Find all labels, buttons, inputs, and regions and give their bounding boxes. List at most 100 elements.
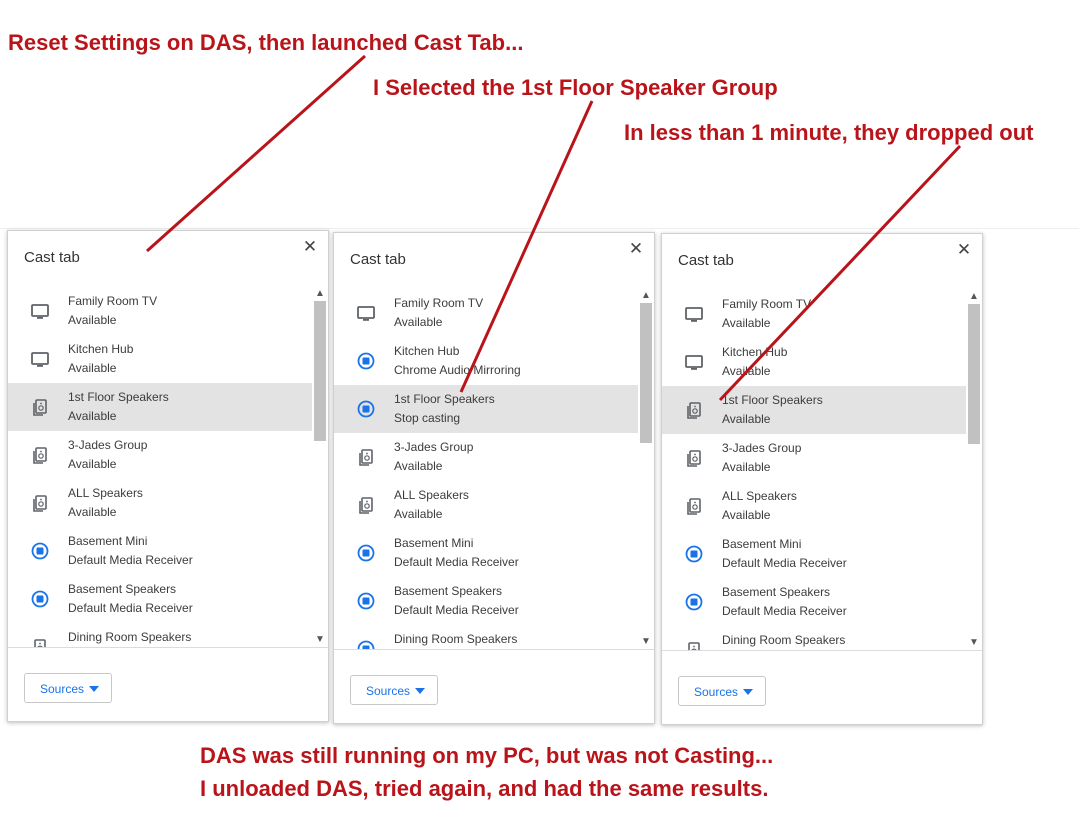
caret-down-icon — [89, 686, 99, 692]
sink-item[interactable]: Kitchen Hub Available — [8, 335, 312, 383]
cast-active-icon — [30, 541, 50, 561]
sink-item[interactable]: Basement Mini Default Media Receiver — [8, 527, 312, 575]
sink-item[interactable]: Dining Room Speakers — [662, 626, 966, 650]
annotation-reset-settings: Reset Settings on DAS, then launched Cas… — [8, 30, 524, 55]
speaker-group-icon — [684, 496, 704, 516]
sink-item[interactable]: ALL Speakers Available — [8, 479, 312, 527]
sink-status: Available — [394, 459, 443, 473]
sink-name: Basement Mini — [722, 537, 802, 551]
sink-item[interactable]: 3-Jades Group Available — [662, 434, 966, 482]
sink-status: Stop casting — [394, 411, 461, 425]
scroll-up-icon[interactable]: ▲ — [312, 287, 328, 301]
sink-item[interactable]: 1st Floor Speakers Available — [8, 383, 312, 431]
scroll-up-icon[interactable]: ▲ — [966, 290, 982, 304]
sources-label: Sources — [694, 685, 739, 699]
sink-item[interactable]: Basement Speakers Default Media Receiver — [334, 577, 638, 625]
sink-item[interactable]: 1st Floor Speakers Available — [662, 386, 966, 434]
speaker-icon — [684, 640, 704, 650]
sink-status: Available — [394, 507, 443, 521]
sink-item[interactable]: Family Room TV Available — [8, 287, 312, 335]
caret-down-icon — [743, 689, 753, 695]
sink-name: Basement Speakers — [394, 584, 503, 598]
sink-item[interactable]: Basement Mini Default Media Receiver — [662, 530, 966, 578]
cast-active-icon — [30, 589, 50, 609]
sink-status: Default Media Receiver — [394, 555, 519, 569]
sink-name: Basement Speakers — [68, 582, 177, 596]
sources-button[interactable]: Sources — [678, 676, 766, 706]
sources-button[interactable]: Sources — [24, 673, 112, 703]
sink-item[interactable]: Dining Room Speakers — [8, 623, 312, 647]
tv-icon — [30, 349, 50, 369]
close-icon[interactable]: ✕ — [954, 240, 974, 260]
sink-item[interactable]: Basement Speakers Default Media Receiver — [8, 575, 312, 623]
callout-line-1 — [145, 54, 367, 253]
dialog-title: Cast tab — [678, 252, 734, 269]
bottom-note-line-1: DAS was still running on my PC, but was … — [200, 743, 774, 768]
sink-item[interactable]: 1st Floor Speakers Stop casting — [334, 385, 638, 433]
sink-item[interactable]: Basement Speakers Default Media Receiver — [662, 578, 966, 626]
sink-item[interactable]: Kitchen Hub Available — [662, 338, 966, 386]
sink-list: Family Room TV Available Kitchen Hub Chrome… — [334, 289, 654, 649]
cast-active-icon — [684, 592, 704, 612]
cast-active-icon — [356, 399, 376, 419]
sink-name: 3-Jades Group — [68, 438, 148, 452]
sink-name: Dining Room Speakers — [722, 633, 846, 647]
scrollbar[interactable]: ▲ ▼ — [966, 290, 982, 650]
sink-item[interactable]: Dining Room Speakers — [334, 625, 638, 649]
scrollbar-thumb[interactable] — [968, 304, 980, 444]
speaker-group-icon — [356, 447, 376, 467]
sink-name: 1st Floor Speakers — [68, 390, 169, 404]
sink-name: Family Room TV — [722, 297, 812, 311]
sink-status: Default Media Receiver — [394, 603, 519, 617]
sink-status: Chrome Audio Mirroring — [394, 363, 521, 377]
sink-name: ALL Speakers — [394, 488, 469, 502]
speaker-group-icon — [30, 397, 50, 417]
sink-status: Available — [68, 409, 117, 423]
tv-icon — [30, 301, 50, 321]
sink-item[interactable]: 3-Jades Group Available — [8, 431, 312, 479]
sink-item[interactable]: Family Room TV Available — [334, 289, 638, 337]
sink-item[interactable]: Basement Mini Default Media Receiver — [334, 529, 638, 577]
cast-dialog: Cast tab ✕ Family Room TV Available Kitchen … — [333, 232, 655, 724]
scroll-down-icon[interactable]: ▼ — [966, 636, 982, 650]
sink-name: Kitchen Hub — [68, 342, 134, 356]
scroll-down-icon[interactable]: ▼ — [312, 633, 328, 647]
cast-dialog: Cast tab ✕ Family Room TV Available Kitchen … — [7, 230, 329, 722]
annotation-dropped-out: In less than 1 minute, they dropped out — [624, 120, 1034, 145]
divider — [662, 650, 982, 651]
sink-status: Available — [722, 364, 771, 378]
sink-status: Available — [722, 460, 771, 474]
sink-list: Family Room TV Available Kitchen Hub Availa… — [662, 290, 982, 650]
bottom-note: DAS was still running on my PC, but was … — [200, 739, 840, 805]
sink-name: ALL Speakers — [68, 486, 143, 500]
sink-name: Family Room TV — [394, 296, 484, 310]
sink-item[interactable]: Kitchen Hub Chrome Audio Mirroring — [334, 337, 638, 385]
sink-name: 1st Floor Speakers — [394, 392, 495, 406]
scroll-down-icon[interactable]: ▼ — [638, 635, 654, 649]
sink-name: Dining Room Speakers — [394, 632, 518, 646]
cast-active-icon — [684, 544, 704, 564]
dialog-title: Cast tab — [24, 249, 80, 266]
sink-item[interactable]: Family Room TV Available — [662, 290, 966, 338]
scrollbar[interactable]: ▲ ▼ — [312, 287, 328, 647]
scrollbar[interactable]: ▲ ▼ — [638, 289, 654, 649]
sink-item[interactable]: 3-Jades Group Available — [334, 433, 638, 481]
scrollbar-thumb[interactable] — [314, 301, 326, 441]
sink-name: 1st Floor Speakers — [722, 393, 823, 407]
sink-item[interactable]: ALL Speakers Available — [334, 481, 638, 529]
sink-name: 3-Jades Group — [394, 440, 474, 454]
close-icon[interactable]: ✕ — [300, 237, 320, 257]
sink-status: Default Media Receiver — [68, 601, 193, 615]
sink-name: Kitchen Hub — [394, 344, 460, 358]
dialog-title: Cast tab — [350, 251, 406, 268]
sink-item[interactable]: ALL Speakers Available — [662, 482, 966, 530]
sink-name: Basement Speakers — [722, 585, 831, 599]
speaker-group-icon — [30, 445, 50, 465]
sink-status: Available — [722, 508, 771, 522]
close-icon[interactable]: ✕ — [626, 239, 646, 259]
tv-icon — [684, 304, 704, 324]
sink-name: 3-Jades Group — [722, 441, 802, 455]
scroll-up-icon[interactable]: ▲ — [638, 289, 654, 303]
scrollbar-thumb[interactable] — [640, 303, 652, 443]
sources-button[interactable]: Sources — [350, 675, 438, 705]
